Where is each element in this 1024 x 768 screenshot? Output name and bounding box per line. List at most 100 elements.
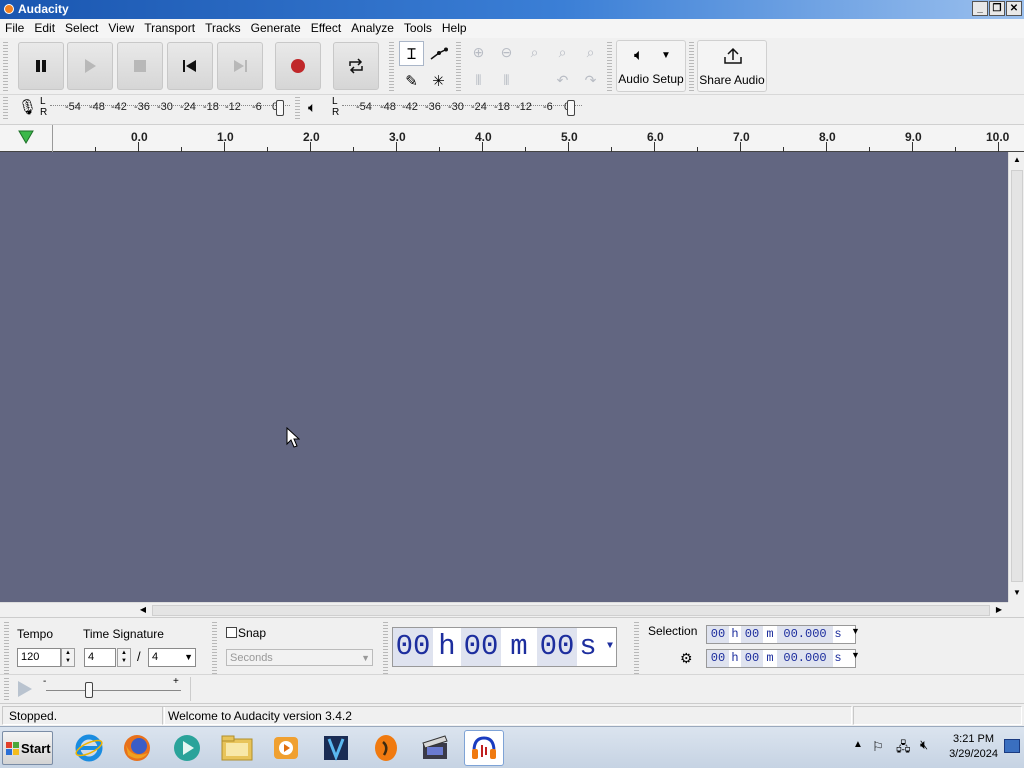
record-button[interactable]	[275, 42, 321, 90]
horizontal-scroll-thumb[interactable]	[152, 605, 990, 616]
selection-start-format-arrow-icon[interactable]: ▼	[851, 626, 860, 636]
show-desktop-button[interactable]	[1004, 739, 1020, 753]
firefox-icon	[124, 735, 150, 761]
snap-units-select[interactable]: Seconds ▼	[226, 649, 373, 666]
selection-grip[interactable]	[634, 622, 639, 674]
edit-grip[interactable]	[456, 42, 461, 92]
snap-grip[interactable]	[212, 622, 217, 674]
time-signature-denominator[interactable]: 4 ▼	[148, 648, 196, 667]
zoom-in-button[interactable]: ⊕	[466, 39, 491, 65]
fit-project-button[interactable]: ⌕	[550, 39, 575, 65]
play-at-speed-grip[interactable]	[4, 678, 9, 700]
time-signature-numerator[interactable]: 4	[84, 648, 116, 667]
taskbar-video-editor[interactable]	[316, 730, 356, 766]
tempo-input[interactable]: 120	[17, 648, 61, 667]
network-icon[interactable]: 🖧︎	[896, 738, 911, 760]
taskbar-internet-explorer[interactable]	[69, 730, 109, 766]
toolbar-grip[interactable]	[3, 42, 8, 92]
fit-selection-button[interactable]: ⌕	[522, 39, 547, 65]
end-hours-unit: h	[729, 650, 741, 667]
scroll-down-arrow[interactable]: ▼	[1011, 587, 1023, 599]
selection-start-time[interactable]: 00 h 00 m 00.000 s	[706, 625, 856, 644]
taskbar-file-explorer[interactable]	[217, 730, 257, 766]
selection-end-time[interactable]: 00 h 00 m 00.000 s	[706, 649, 856, 668]
numerator-spinner[interactable]: ▲ ▼	[117, 648, 131, 667]
skip-to-end-button[interactable]	[217, 42, 263, 90]
scroll-right-arrow[interactable]: ▶	[993, 604, 1005, 616]
snap-checkbox[interactable]	[226, 627, 237, 638]
time-display[interactable]: 00 h 00 m 00 s ▼	[392, 627, 617, 667]
scale-label: -18	[203, 101, 219, 113]
draw-tool[interactable]: ✎	[399, 68, 424, 93]
skip-to-start-button[interactable]	[167, 42, 213, 90]
menu-tools[interactable]: Tools	[399, 19, 437, 36]
loop-button[interactable]	[333, 42, 379, 90]
trim-audio-button[interactable]: ⦀	[466, 67, 491, 93]
tools-grip[interactable]	[389, 42, 394, 92]
menu-transport[interactable]: Transport	[139, 19, 200, 36]
time-signature-grip[interactable]	[4, 622, 9, 674]
close-button[interactable]: ✕	[1006, 1, 1022, 16]
ruler-label: 6.0	[647, 130, 664, 144]
menu-generate[interactable]: Generate	[246, 19, 306, 36]
redo-button[interactable]: ↷	[578, 67, 603, 93]
horizontal-scrollbar[interactable]: ◀ ▶	[0, 602, 1008, 617]
share-grip[interactable]	[689, 42, 694, 92]
timeline-ruler[interactable]: 0.0 1.0 2.0 3.0 4.0 5.0 6.0 7.0 8.0 9.0 …	[0, 124, 1024, 153]
vertical-scrollbar[interactable]: ▲ ▼	[1008, 152, 1024, 602]
stop-button[interactable]	[117, 42, 163, 90]
share-audio-button[interactable]: Share Audio	[697, 40, 767, 92]
taskbar-movie-maker[interactable]	[415, 730, 455, 766]
scroll-up-arrow[interactable]: ▲	[1011, 154, 1023, 166]
speed-slider-track[interactable]	[46, 690, 181, 691]
multi-tool[interactable]: ✳	[426, 68, 451, 93]
vertical-scroll-thumb[interactable]	[1011, 170, 1023, 582]
loop-icon	[334, 43, 378, 89]
menu-file[interactable]: File	[0, 19, 29, 36]
menu-view[interactable]: View	[103, 19, 139, 36]
taskbar-media-app[interactable]	[167, 730, 207, 766]
playback-meter-slider[interactable]	[567, 100, 575, 116]
track-area[interactable]	[0, 152, 1008, 602]
show-hidden-icons-button[interactable]: ▲	[853, 739, 863, 750]
start-label: Start	[21, 741, 51, 756]
menu-edit[interactable]: Edit	[29, 19, 60, 36]
envelope-tool[interactable]	[426, 41, 451, 66]
menu-analyze[interactable]: Analyze	[346, 19, 399, 36]
scroll-left-arrow[interactable]: ◀	[137, 604, 149, 616]
restore-button[interactable]: ❐	[989, 1, 1005, 16]
pause-button[interactable]	[18, 42, 64, 90]
taskbar-firefox[interactable]	[117, 730, 157, 766]
action-center-flag-icon[interactable]: ⚐	[872, 739, 884, 755]
taskbar-fl-studio[interactable]	[366, 730, 406, 766]
play-at-speed-button[interactable]	[14, 679, 38, 699]
gear-icon[interactable]: ⚙	[680, 650, 693, 667]
share-audio-label: Share Audio	[699, 73, 765, 87]
zoom-out-button[interactable]: ⊖	[494, 39, 519, 65]
time-seconds-unit: s	[577, 628, 599, 666]
start-button[interactable]: Start	[2, 731, 53, 765]
tempo-spinner[interactable]: ▲ ▼	[61, 648, 75, 667]
time-grip[interactable]	[383, 622, 388, 674]
menu-effect[interactable]: Effect	[306, 19, 346, 36]
taskbar-media-player[interactable]	[266, 730, 306, 766]
volume-muted-icon[interactable]: 🔇︎	[920, 737, 928, 753]
audio-setup-grip[interactable]	[607, 42, 612, 92]
time-format-arrow-icon[interactable]: ▼	[607, 628, 613, 666]
zoom-toggle-button[interactable]: ⌕	[578, 39, 603, 65]
menu-select[interactable]: Select	[60, 19, 103, 36]
silence-audio-button[interactable]: ⦀	[494, 67, 519, 93]
taskbar-audacity[interactable]	[464, 730, 504, 766]
menu-help[interactable]: Help	[437, 19, 472, 36]
undo-button[interactable]: ↶	[550, 67, 575, 93]
minimize-button[interactable]: _	[972, 1, 988, 16]
selection-tool[interactable]: Ɪ	[399, 41, 424, 66]
speed-slider-thumb[interactable]	[85, 682, 93, 698]
taskbar: Start ▲ ⚐ 🖧︎ 🔇︎ 3:21 PM 3/29/2024	[0, 726, 1024, 768]
audio-setup-button[interactable]: 🔈︎ ▼ Audio Setup	[616, 40, 686, 92]
record-meter-slider[interactable]	[276, 100, 284, 116]
selection-end-format-arrow-icon[interactable]: ▼	[851, 650, 860, 660]
system-clock[interactable]: 3:21 PM 3/29/2024	[949, 732, 998, 762]
play-button[interactable]	[67, 42, 113, 90]
menu-tracks[interactable]: Tracks	[200, 19, 246, 36]
